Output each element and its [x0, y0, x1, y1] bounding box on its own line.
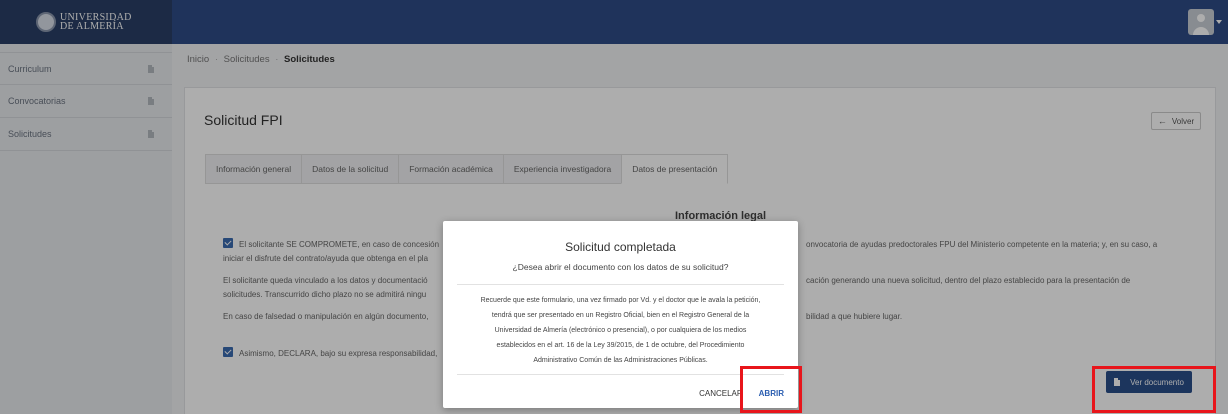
dialog-question: ¿Desea abrir el documento con los datos … — [512, 262, 729, 272]
dialog-body: Recuerde que este formulario, una vez fi… — [461, 293, 780, 368]
dialog-body-line: tendrá que ser presentado en un Registro… — [491, 312, 750, 319]
ver-documento-highlight — [1092, 366, 1216, 413]
divider — [457, 284, 784, 285]
cancel-button[interactable]: CANCELAR — [699, 389, 743, 398]
dialog-body-line: Administrativo Común de las Administraci… — [533, 357, 708, 364]
dialog-body-line: establecidos en el art. 16 de la Ley 39/… — [496, 342, 745, 349]
dialog-title: Solicitud completada — [565, 240, 676, 254]
dialog-body-line: Universidad de Almería (electrónico o pr… — [494, 327, 747, 334]
divider — [457, 374, 784, 375]
dialog-body-line: Recuerde que este formulario, una vez fi… — [480, 297, 761, 304]
open-button-highlight — [740, 366, 802, 413]
